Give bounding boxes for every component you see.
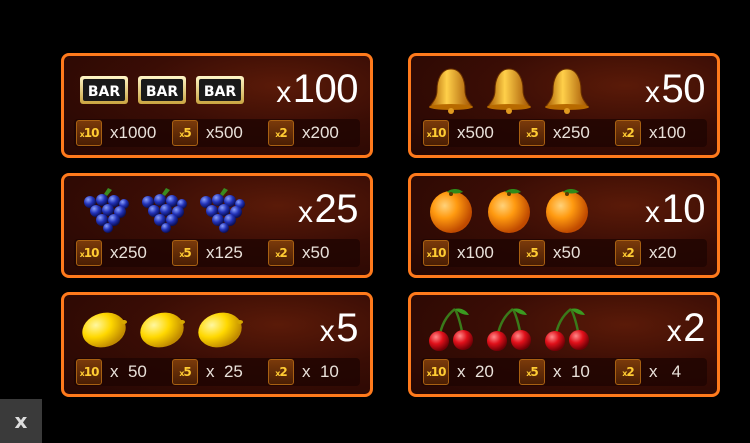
bonus-value: x250 [110, 243, 147, 262]
multiplier-badge: x5 [519, 240, 545, 266]
payout-multiplier: x25 [298, 187, 358, 231]
bar-icon: BAR [78, 66, 130, 114]
svg-text:BAR: BAR [204, 84, 237, 100]
bonus-row: x10 x100 x5 x50 x2 x20 [421, 239, 707, 267]
bonus-value: x 4 [649, 362, 682, 381]
orange-icon [425, 186, 477, 234]
orange-icon [541, 186, 593, 234]
multiplier-badge: x2 [268, 240, 294, 266]
bonus-value: x1000 [110, 123, 157, 142]
multiplier-badge: x10 [423, 120, 449, 146]
multiplier-badge: x5 [172, 359, 198, 385]
multiplier-badge: x2 [615, 240, 641, 266]
bonus-value: x50 [302, 243, 330, 262]
grapes-icon [194, 186, 246, 234]
bonus-value: x250 [553, 123, 590, 142]
bonus-value: x500 [457, 123, 494, 142]
payout-multiplier: x5 [319, 306, 359, 350]
multiplier-badge: x5 [519, 359, 545, 385]
payout-multiplier: x100 [276, 67, 358, 111]
svg-text:BAR: BAR [146, 84, 179, 100]
multiplier-badge: x2 [268, 120, 294, 146]
symbol-row [425, 186, 615, 234]
cherry-icon [425, 305, 477, 353]
multiplier-badge: x10 [76, 240, 102, 266]
symbol-row [78, 305, 268, 353]
multiplier-badge: x10 [76, 359, 102, 385]
svg-text:BAR: BAR [88, 84, 121, 100]
multiplier-badge: x5 [172, 240, 198, 266]
multiplier-badge: x10 [76, 120, 102, 146]
multiplier-badge: x10 [423, 240, 449, 266]
symbol-row [425, 305, 615, 353]
payout-multiplier: x2 [666, 306, 706, 350]
bonus-value: x 10 [553, 362, 590, 381]
bonus-value: x 50 [110, 362, 147, 381]
paytable-card-bar: BAR BAR BAR x100 x10 x1000 x5 x500 x2 x2… [61, 53, 373, 158]
bonus-value: x100 [649, 123, 686, 142]
bonus-row: x10 x500 x5 x250 x2 x100 [421, 119, 707, 147]
lemon-icon [136, 305, 188, 353]
paytable-card-cherry: x2 x10 x 20 x5 x 10 x2 x 4 [408, 292, 720, 397]
paytable-card-bell: x50 x10 x500 x5 x250 x2 x100 [408, 53, 720, 158]
paytable-card-grapes: x25 x10 x250 x5 x125 x2 x50 [61, 173, 373, 278]
bonus-value: x500 [206, 123, 243, 142]
grapes-icon [136, 186, 188, 234]
lemon-icon [78, 305, 130, 353]
bell-icon [425, 66, 477, 114]
bonus-value: x50 [553, 243, 581, 262]
cherry-icon [541, 305, 593, 353]
close-button[interactable]: x [0, 399, 42, 443]
bonus-row: x10 x 20 x5 x 10 x2 x 4 [421, 358, 707, 386]
multiplier-badge: x5 [519, 120, 545, 146]
multiplier-badge: x5 [172, 120, 198, 146]
lemon-icon [194, 305, 246, 353]
bonus-value: x200 [302, 123, 339, 142]
bonus-value: x 20 [457, 362, 494, 381]
bonus-row: x10 x 50 x5 x 25 x2 x 10 [74, 358, 360, 386]
payout-multiplier: x50 [645, 67, 705, 111]
bonus-value: x100 [457, 243, 494, 262]
bonus-value: x 10 [302, 362, 339, 381]
paytable-card-lemon: x5 x10 x 50 x5 x 25 x2 x 10 [61, 292, 373, 397]
bell-icon [483, 66, 535, 114]
bonus-value: x 25 [206, 362, 243, 381]
symbol-row [425, 66, 615, 114]
bonus-row: x10 x1000 x5 x500 x2 x200 [74, 119, 360, 147]
multiplier-badge: x2 [615, 120, 641, 146]
payout-multiplier: x10 [645, 187, 705, 231]
bar-icon: BAR [194, 66, 246, 114]
bar-icon: BAR [136, 66, 188, 114]
grapes-icon [78, 186, 130, 234]
cherry-icon [483, 305, 535, 353]
multiplier-badge: x10 [423, 359, 449, 385]
bonus-row: x10 x250 x5 x125 x2 x50 [74, 239, 360, 267]
bell-icon [541, 66, 593, 114]
orange-icon [483, 186, 535, 234]
bonus-value: x125 [206, 243, 243, 262]
symbol-row: BAR BAR BAR [78, 66, 268, 114]
symbol-row [78, 186, 268, 234]
multiplier-badge: x2 [615, 359, 641, 385]
paytable-card-orange: x10 x10 x100 x5 x50 x2 x20 [408, 173, 720, 278]
multiplier-badge: x2 [268, 359, 294, 385]
bonus-value: x20 [649, 243, 677, 262]
